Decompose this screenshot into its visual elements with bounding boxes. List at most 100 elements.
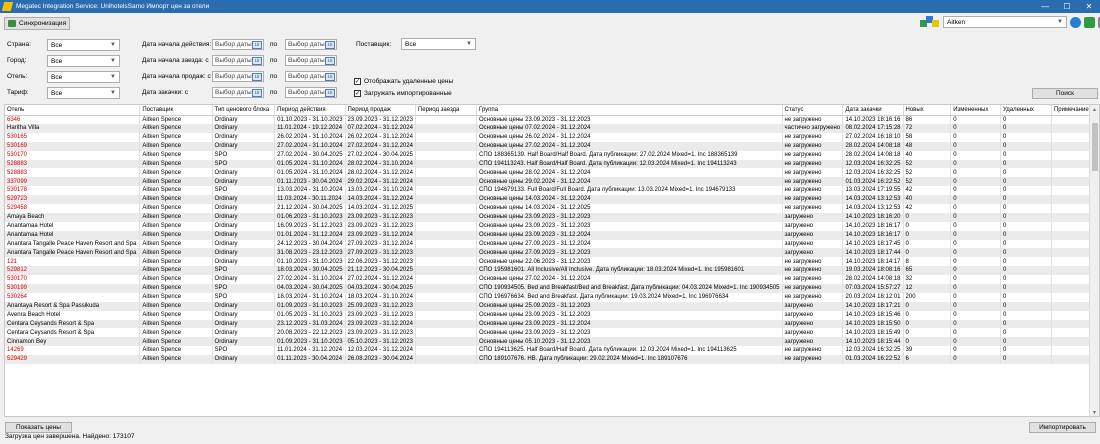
action-start-to-date[interactable]: Выбор даты 15 <box>285 39 337 50</box>
table-cell: Aitken Spence <box>139 301 213 311</box>
table-cell: 0 <box>1000 355 1052 365</box>
table-row[interactable]: 530178 Aitken Spence SPO 13.03.2024 - 31.10… <box>5 186 1099 196</box>
table-row[interactable]: Anantaya Resort & Spa Passikuda Aitken Sp… <box>5 301 1099 311</box>
table-row[interactable]: 121 Aitken Spence Ordinary 01.10.2023 - 31.… <box>5 257 1099 267</box>
close-button[interactable]: ✕ <box>1078 0 1100 13</box>
hotel-label: Отель: <box>7 73 28 80</box>
maximize-button[interactable]: ☐ <box>1056 0 1078 13</box>
column-header[interactable]: Отель <box>5 105 141 116</box>
tariff-select[interactable]: Все ▼ <box>47 87 120 99</box>
checkbox-box[interactable]: ✓ <box>354 78 361 85</box>
scrollbar-thumb[interactable] <box>1092 123 1098 171</box>
table-row[interactable]: 530199 Aitken Spence SPO 04.03.2024 - 30.04… <box>5 284 1099 293</box>
scroll-up-icon[interactable]: ▲ <box>1092 107 1097 113</box>
column-header[interactable]: Период заезда <box>415 105 477 116</box>
table-row[interactable]: 529458 Aitken Spence Ordinary 21.12.2024 - … <box>5 204 1099 213</box>
table-row[interactable]: 6346 Aitken Spence Ordinary 01.10.2023 - 31… <box>5 115 1099 124</box>
table-row[interactable]: 528883 Aitken Spence SPO 01.05.2024 - 31.10… <box>5 159 1099 169</box>
profile-icon[interactable] <box>920 16 940 28</box>
table-row[interactable]: Anantara Tangalle Peace Haven Resort and… <box>5 248 1099 258</box>
refresh-icon[interactable] <box>1084 16 1095 28</box>
table-row[interactable]: 529812 Aitken Spence SPO 18.03.2024 - 30.04… <box>5 266 1099 276</box>
table-row[interactable]: 14269 Aitken Spence SPO 11.01.2024 - 31.12.… <box>5 346 1099 356</box>
table-row[interactable]: 528883 Aitken Spence Ordinary 01.05.2024 - … <box>5 168 1099 178</box>
purchase-from-date[interactable]: Выбор даты 15 <box>212 87 264 98</box>
column-header[interactable]: Тип ценового блока <box>212 105 276 116</box>
checkin-start-to-date[interactable]: Выбор даты 15 <box>285 55 337 66</box>
table-row[interactable]: 530170 Aitken Spence Ordinary 27.02.2024 - … <box>5 275 1099 285</box>
table-cell: 0 <box>1000 159 1052 169</box>
table-row[interactable]: 530170 Aitken Spence SPO 27.02.2024 - 30.04… <box>5 150 1099 160</box>
hotel-select[interactable]: Все ▼ <box>47 71 120 83</box>
column-header[interactable]: Группа <box>476 105 783 116</box>
supplier-select[interactable]: Все ▼ <box>401 38 476 50</box>
column-header[interactable]: Поставщик <box>139 105 213 116</box>
table-row[interactable]: Anantamaa Hotel Aitken Spence Ordinary 16.0… <box>5 221 1099 231</box>
country-select[interactable]: Все ▼ <box>47 39 120 51</box>
table-row[interactable]: 530264 Aitken Spence SPO 18.03.2024 - 31.10… <box>5 292 1099 302</box>
calendar-icon[interactable]: 15 <box>325 41 335 49</box>
show-deleted-checkbox[interactable]: ✓ Отображать удаленные цены <box>354 78 453 85</box>
table-row[interactable]: Amaya Beach Aitken Spence Ordinary 01.06.20… <box>5 212 1099 222</box>
purchase-to-date[interactable]: Выбор даты 15 <box>285 87 337 98</box>
table-cell: 0 <box>950 301 1001 311</box>
calendar-icon[interactable]: 15 <box>325 89 335 97</box>
table-cell: Ordinary <box>212 124 276 133</box>
table-row[interactable]: 529429 Aitken Spence Ordinary 01.11.2023 - … <box>5 355 1099 365</box>
table-row[interactable]: Centara Ceysands Resort & Spa Aitken Spen… <box>5 328 1099 338</box>
table-cell: 0 <box>950 355 1001 365</box>
minimize-button[interactable]: — <box>1034 0 1056 13</box>
table-cell: 528883 <box>5 159 141 169</box>
table-row[interactable]: Cinnamon Bey Aitken Spence Ordinary 01.09.2… <box>5 337 1099 347</box>
globe-icon[interactable] <box>1070 16 1081 28</box>
to-label: по <box>270 89 278 96</box>
table-row[interactable]: Anantamaa Hotel Aitken Spence Ordinary 01.0… <box>5 230 1099 240</box>
column-header[interactable]: Период продаж <box>345 105 416 116</box>
table-row[interactable]: 529723 Aitken Spence Ordinary 11.03.2024 - … <box>5 195 1099 205</box>
show-prices-button[interactable]: Показать цены <box>5 422 72 433</box>
column-header[interactable]: Дата закачки <box>842 105 904 116</box>
calendar-icon[interactable]: 15 <box>252 73 262 81</box>
window-title: Megatec Integration Service: UnihotelsSa… <box>16 3 210 10</box>
table-row[interactable]: Anantara Tangalle Peace Haven Resort and… <box>5 239 1099 249</box>
column-header[interactable]: Статус <box>782 105 844 116</box>
sale-start-to-date[interactable]: Выбор даты 15 <box>285 71 337 82</box>
vertical-scrollbar[interactable]: ▲ ▼ <box>1089 105 1099 416</box>
sale-start-from-date[interactable]: Выбор даты 15 <box>212 71 264 82</box>
checkbox-box[interactable]: ✓ <box>354 90 361 97</box>
hotel-select-value: Все <box>51 73 63 81</box>
table-cell: 21.12.2023 - 30.04.2025 <box>345 266 416 276</box>
table-cell: Основные цены 23.09.2023 - 31.12.2023 <box>476 310 783 320</box>
table-row[interactable]: 530165 Aitken Spence Ordinary 26.02.2024 - … <box>5 132 1099 142</box>
column-header[interactable]: Удаленных <box>1000 105 1052 116</box>
to-label: по <box>270 73 278 80</box>
scroll-down-icon[interactable]: ▼ <box>1092 410 1097 416</box>
filter-panel: Страна: Все ▼ Город: Все ▼ Отель: Все ▼ … <box>0 34 1100 100</box>
table-cell <box>415 355 477 365</box>
calendar-icon[interactable]: 15 <box>325 73 335 81</box>
checkin-start-from-date[interactable]: Выбор даты 15 <box>212 55 264 66</box>
calendar-icon[interactable]: 15 <box>252 89 262 97</box>
profile-select[interactable]: Aitken ▼ <box>943 16 1067 28</box>
load-imported-checkbox[interactable]: ✓ Загружать импортированные <box>354 90 452 97</box>
column-header[interactable]: Измененных <box>950 105 1001 116</box>
column-header[interactable]: Период действия <box>274 105 346 116</box>
show-deleted-label: Отображать удаленные цены <box>364 78 454 85</box>
action-start-from-date[interactable]: Выбор даты 15 <box>212 39 264 50</box>
calendar-icon[interactable]: 15 <box>325 57 335 65</box>
calendar-icon[interactable]: 15 <box>252 41 262 49</box>
import-button[interactable]: Импортировать <box>1029 422 1096 433</box>
calendar-icon[interactable]: 15 <box>252 57 262 65</box>
table-row[interactable]: Centara Ceysands Resort & Spa Aitken Spen… <box>5 319 1099 329</box>
column-header[interactable]: Новых <box>903 105 952 116</box>
table-row[interactable]: 530169 Aitken Spence Ordinary 27.02.2024 - … <box>5 141 1099 151</box>
table-row[interactable]: 337099 Aitken Spence Ordinary 01.11.2023 - … <box>5 177 1099 187</box>
city-select[interactable]: Все ▼ <box>47 55 120 67</box>
sync-button[interactable]: Синхронизация <box>4 17 70 30</box>
table-row[interactable]: Avenra Beach Hotel Aitken Spence Ordinary 0… <box>5 310 1099 320</box>
table-row[interactable]: Haritha Villa Aitken Spence Ordinary 11.01.… <box>5 124 1099 133</box>
search-button[interactable]: Поиск <box>1032 88 1098 99</box>
prices-table[interactable]: Отель Поставщик Тип ценового блока Период д… <box>4 104 1100 417</box>
table-cell: 23.09.2023 - 31.12.2023 <box>345 328 416 338</box>
table-cell: 14.10.2023 18:15:49 <box>842 328 904 338</box>
